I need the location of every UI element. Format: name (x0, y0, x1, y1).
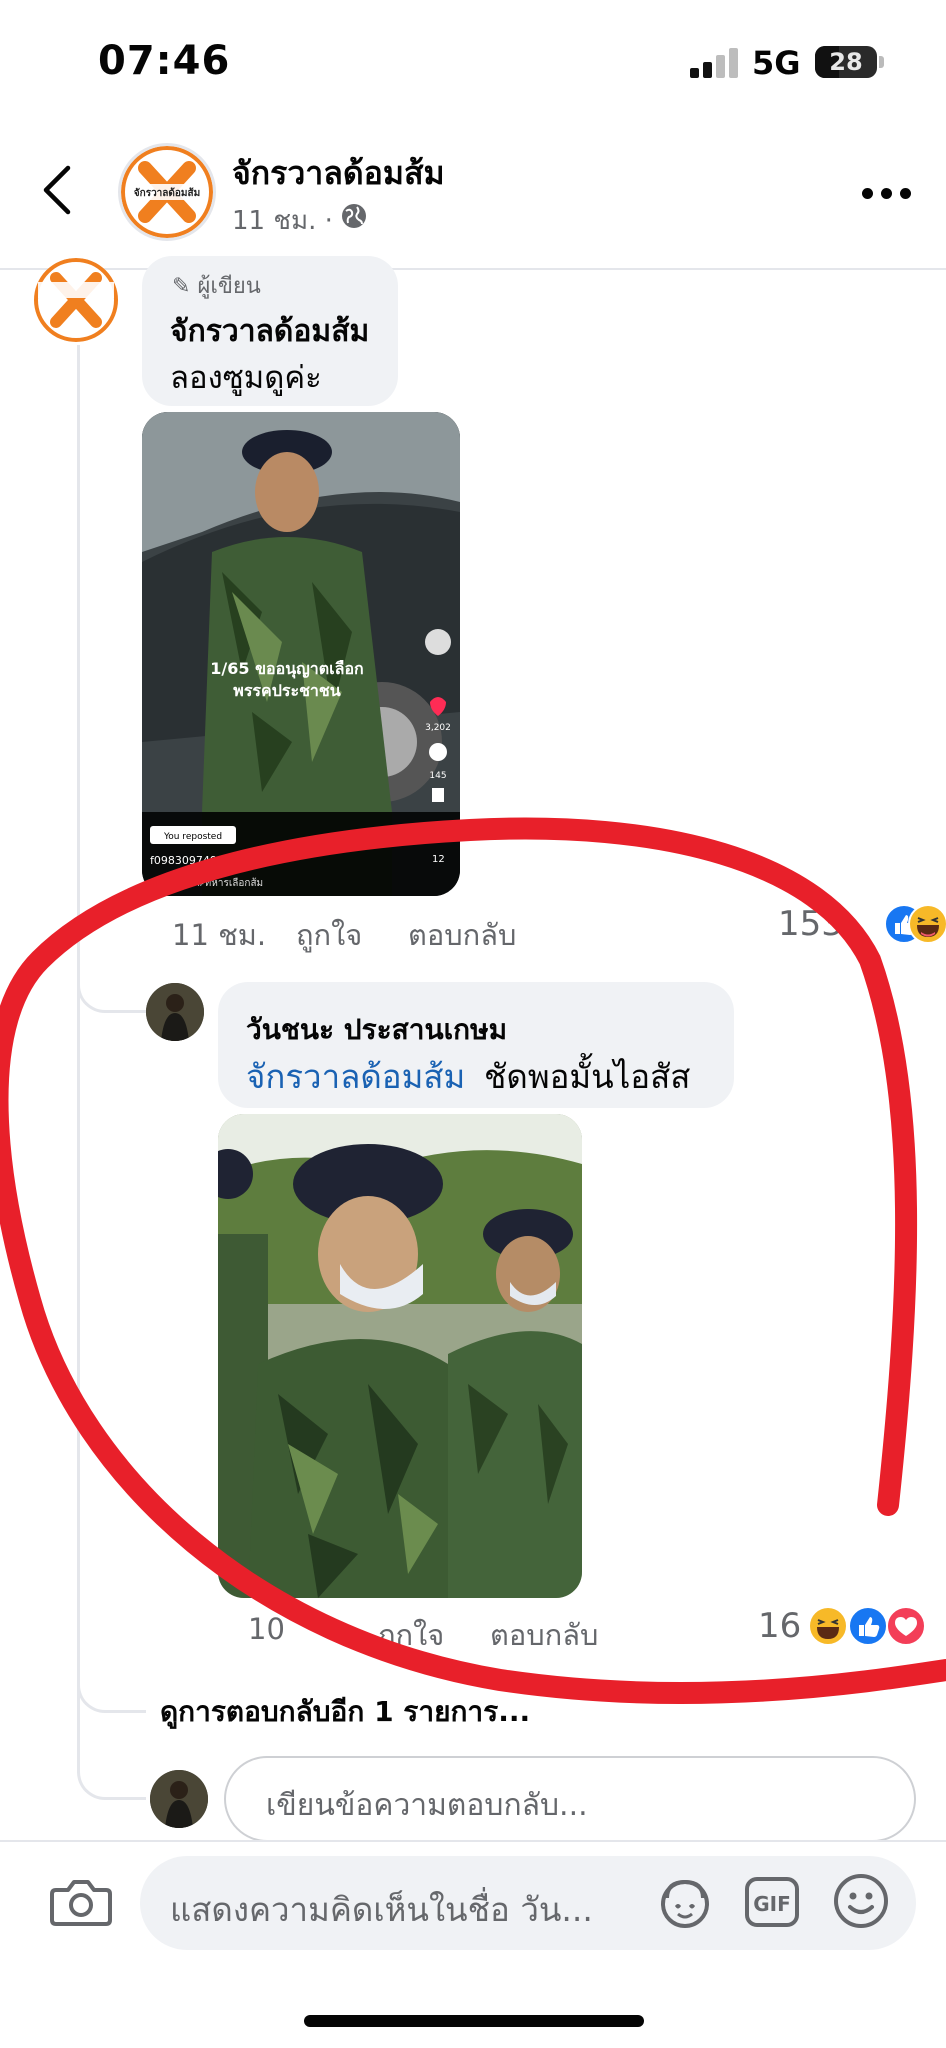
tiktok-reposted: You reposted (163, 832, 222, 842)
page-title[interactable]: จักรวาลด้อมส้ม (232, 148, 445, 199)
author-badge-icon: ✎ (172, 274, 191, 299)
camera-icon[interactable] (50, 1876, 112, 1928)
reply-input-placeholder: เขียนข้อความตอบกลับ... (266, 1788, 588, 1823)
tiktok-hashtags: ประชาชน #ทหารเลือกส้ม (150, 877, 263, 889)
tiktok-likes: 3,202 (425, 723, 451, 733)
haha-reaction-icon (808, 1606, 848, 1646)
reaction-summary[interactable]: 16 (758, 1606, 801, 1646)
gif-button[interactable]: GIF (744, 1876, 800, 1928)
home-indicator (304, 2015, 644, 2027)
tiktok-comments: 145 (429, 771, 446, 781)
thread-line (77, 345, 80, 1745)
avatar-sticker-icon[interactable] (658, 1876, 712, 1930)
signal-icon (690, 46, 740, 78)
love-reaction-icon (886, 1606, 926, 1646)
like-button[interactable]: ถูกใจ (378, 1612, 444, 1658)
emoji-icon[interactable] (832, 1872, 890, 1930)
view-more-replies-link[interactable]: ดูการตอบกลับอีก 1 รายการ... (160, 1690, 530, 1734)
comment-photo-soldiers[interactable] (218, 1114, 582, 1598)
post-time: 11 ชม. (232, 206, 317, 236)
reaction-count: 153 (778, 904, 843, 944)
reaction-summary[interactable]: 153 (778, 904, 843, 944)
tiktok-count: 12 (432, 854, 445, 865)
thread-connector (77, 1745, 146, 1800)
page-logo-text: จักรวาลด้อมส้ม (134, 187, 200, 199)
comment-author[interactable]: จักรวาลด้อมส้ม (170, 308, 369, 355)
battery-level: 28 (829, 48, 863, 76)
comment-input-placeholder: แสดงความคิดเห็นในชื่อ วัน... (170, 1890, 593, 1929)
author-badge-label: ผู้เขียน (197, 274, 261, 299)
haha-reaction-icon (908, 904, 946, 944)
tiktok-caption-line1: 1/65 ขออนุญาตเลือก (210, 659, 363, 679)
network-label: 5G (752, 44, 801, 82)
commenter-avatar[interactable] (30, 258, 122, 342)
header-divider (0, 268, 946, 270)
comment-time: 10 (248, 1612, 285, 1646)
more-options-icon[interactable] (862, 188, 912, 200)
battery-icon: 28 (815, 46, 877, 78)
reply-button[interactable]: ตอบกลับ (490, 1612, 598, 1658)
tiktok-caption-line2: พรรคประชาชน (233, 681, 340, 700)
author-badge: ✎ ผู้เขียน (172, 268, 261, 303)
gif-label: GIF (753, 1892, 791, 1916)
comment-time: 11 ชม. (172, 918, 267, 952)
reaction-count: 16 (758, 1606, 802, 1646)
comment-author[interactable]: วันชนะ ประสานเกษม (246, 1008, 507, 1052)
reply-button[interactable]: ตอบกลับ (408, 912, 516, 958)
commenter-avatar[interactable] (146, 983, 204, 1041)
globe-icon (342, 204, 366, 228)
current-user-avatar (150, 1770, 208, 1828)
tiktok-username: f0983097499ch (150, 854, 237, 867)
post-meta: 11 ชม. · (232, 200, 333, 241)
meta-separator: · (324, 206, 333, 236)
page-logo: จักรวาลด้อมส้ม (121, 146, 213, 238)
thread-connector (77, 1660, 146, 1713)
like-button[interactable]: ถูกใจ (296, 912, 362, 958)
comment-text: ชัดพอมั้นไอสัส (484, 1057, 691, 1096)
comment-text: ลองซูมดูค่ะ (170, 360, 322, 396)
page-avatar[interactable]: จักรวาลด้อมส้ม (118, 143, 216, 241)
thread-connector (77, 960, 146, 1013)
battery-tip (879, 56, 884, 68)
status-time: 07:46 (98, 38, 231, 84)
mention-link[interactable]: จักรวาลด้อมส้ม (246, 1050, 465, 1103)
comment-photo-tiktok-screenshot[interactable]: 1/65 ขออนุญาตเลือก พรรคประชาชน 3,202 145… (142, 412, 460, 896)
like-reaction-icon (848, 1606, 888, 1646)
back-arrow-icon[interactable] (38, 162, 80, 218)
